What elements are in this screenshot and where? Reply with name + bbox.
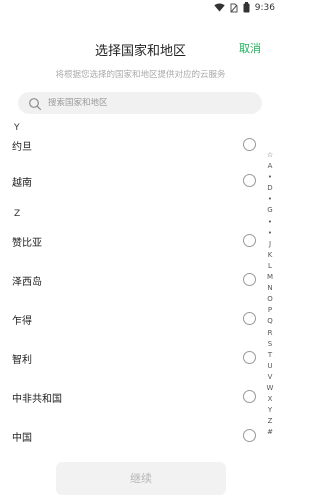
index-z[interactable]: Z (268, 416, 273, 427)
index-star[interactable]: ☆ (267, 150, 273, 161)
list-item-label: 越南 (12, 178, 32, 189)
list-item-label: 泽西岛 (12, 277, 42, 288)
radio-button[interactable] (243, 273, 256, 286)
search-input[interactable] (48, 98, 238, 108)
radio-button[interactable] (243, 390, 256, 403)
index-o[interactable]: O (267, 294, 273, 305)
index-y[interactable]: Y (268, 405, 272, 416)
list-item-label: 乍得 (12, 316, 32, 327)
list-item-label: 中非共和国 (12, 394, 62, 405)
radio-button[interactable] (243, 429, 256, 442)
index-q[interactable]: Q (267, 316, 273, 327)
status-bar: 9:36 (0, 0, 281, 16)
index-s[interactable]: S (268, 339, 272, 350)
no-sim-icon (230, 3, 238, 13)
country-list[interactable]: Y 约旦 越南 Z 赞比亚 泽西岛 乍得 智利 中非共和国 中国 (0, 118, 281, 458)
list-item-chile[interactable]: 智利 (0, 342, 262, 374)
status-time: 9:36 (254, 2, 275, 13)
radio-button[interactable] (243, 351, 256, 364)
list-item-chad[interactable]: 乍得 (0, 303, 262, 335)
index-t[interactable]: T (268, 350, 272, 361)
index-dot[interactable]: • (268, 228, 272, 239)
radio-button[interactable] (243, 174, 256, 187)
list-item-central-african-republic[interactable]: 中非共和国 (0, 381, 262, 413)
page-subtitle: 将根据您选择的国家和地区提供对应的云服务 (55, 70, 226, 80)
index-g[interactable]: G (267, 205, 272, 216)
index-x[interactable]: X (268, 394, 273, 405)
header: 选择国家和地区 取消 (0, 36, 281, 60)
index-hash[interactable]: # (267, 427, 273, 438)
index-dot[interactable]: • (268, 172, 272, 183)
status-icons: 9:36 (214, 2, 275, 13)
list-item-jersey[interactable]: 泽西岛 (0, 264, 262, 296)
index-n[interactable]: N (267, 283, 272, 294)
continue-button[interactable]: 继续 (56, 462, 226, 495)
index-j[interactable]: J (269, 239, 271, 250)
list-item-label: 智利 (12, 355, 32, 366)
radio-button[interactable] (243, 234, 256, 247)
index-dot[interactable]: • (268, 217, 272, 228)
search-bar[interactable] (18, 92, 262, 114)
alphabet-index-bar[interactable]: ☆ A • D • G • • J K L M N O P Q R S T U … (264, 150, 276, 438)
index-r[interactable]: R (268, 328, 273, 339)
index-w[interactable]: W (267, 383, 274, 394)
search-icon (28, 96, 42, 111)
list-item-label: 约旦 (12, 142, 32, 153)
list-item-jordan[interactable]: 约旦 (0, 129, 262, 161)
list-item-label: 中国 (12, 433, 32, 444)
index-p[interactable]: P (268, 305, 272, 316)
list-item-zambia[interactable]: 赞比亚 (0, 225, 262, 257)
cancel-button[interactable]: 取消 (239, 40, 261, 56)
list-item-vietnam[interactable]: 越南 (0, 165, 262, 197)
battery-icon (243, 2, 250, 13)
list-item-china[interactable]: 中国 (0, 420, 262, 452)
index-a[interactable]: A (268, 161, 273, 172)
radio-button[interactable] (243, 312, 256, 325)
index-u[interactable]: U (267, 361, 272, 372)
section-letter-z: Z (14, 209, 21, 219)
radio-button[interactable] (243, 138, 256, 151)
index-m[interactable]: M (267, 272, 273, 283)
index-v[interactable]: V (268, 372, 273, 383)
index-d[interactable]: D (267, 183, 272, 194)
index-dot[interactable]: • (268, 194, 272, 205)
list-item-label: 赞比亚 (12, 238, 42, 249)
index-l[interactable]: L (268, 261, 272, 272)
wifi-icon (214, 3, 225, 12)
index-k[interactable]: K (268, 250, 273, 261)
